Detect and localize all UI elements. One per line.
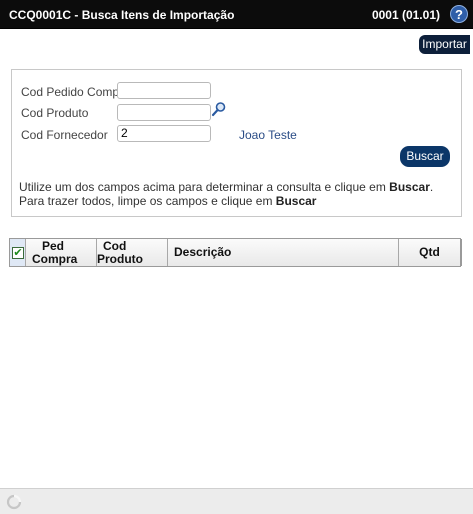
program-version: 0001 (01.01) [371, 8, 440, 22]
fornecedor-name: Joao Teste [239, 128, 297, 142]
help-text-line2: Para trazer todos, limpe os campos e cli… [19, 194, 317, 208]
column-header-ped-compra[interactable]: Ped Compra [26, 239, 97, 266]
produto-input[interactable] [117, 104, 211, 121]
column-header-descricao[interactable]: Descrição [168, 239, 399, 266]
help-icon[interactable]: ? [450, 5, 468, 23]
results-grid-header: ✔ Ped Compra Cod Produto Descrição Qtd [9, 238, 462, 267]
fornecedor-label: Cod Fornecedor [21, 128, 108, 142]
select-all-checkbox[interactable]: ✔ [12, 247, 24, 259]
spinner-icon [6, 494, 22, 513]
column-header-qtd[interactable]: Qtd [399, 239, 460, 266]
column-header-cod-produto[interactable]: Cod Produto [97, 239, 168, 266]
import-button[interactable]: Importar [419, 35, 470, 54]
search-button[interactable]: Buscar [400, 146, 450, 167]
pedido-compra-input[interactable] [117, 82, 211, 99]
grid-right-border [461, 239, 462, 266]
select-all-cell[interactable]: ✔ [10, 239, 26, 266]
window-title: CCQ0001C - Busca Itens de Importação [9, 8, 235, 22]
pedido-compra-label: Cod Pedido Compra [21, 85, 130, 99]
status-bar [0, 488, 473, 514]
help-text-line1: Utilize um dos campos acima para determi… [19, 180, 434, 194]
fornecedor-input[interactable]: 2 [117, 125, 211, 142]
window-titlebar: CCQ0001C - Busca Itens de Importação 000… [0, 0, 473, 29]
produto-label: Cod Produto [21, 106, 89, 120]
magnifier-icon[interactable] [211, 101, 227, 120]
